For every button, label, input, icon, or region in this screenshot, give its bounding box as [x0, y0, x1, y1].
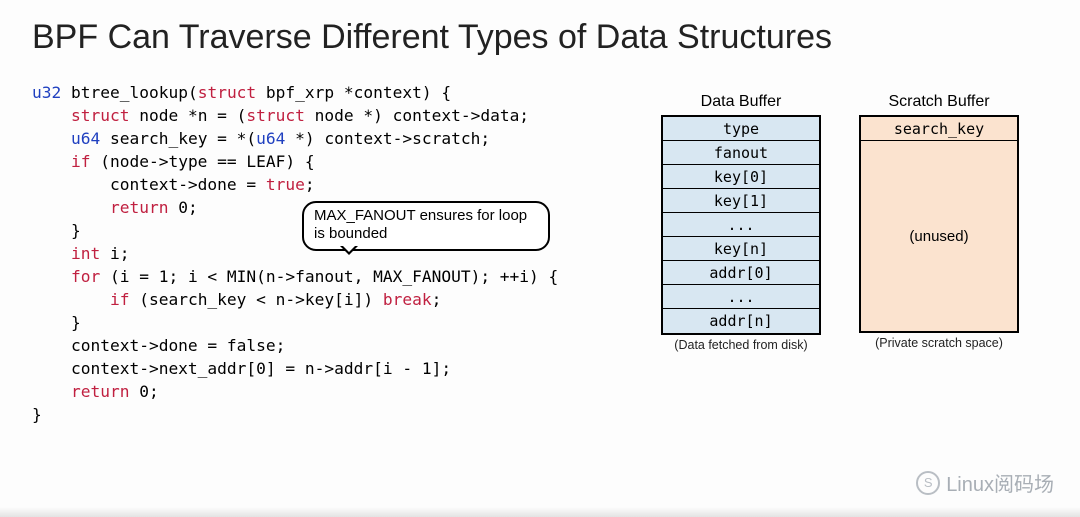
tok: 0; — [168, 198, 197, 217]
tok: *) context->scratch; — [285, 129, 490, 148]
tok: context->done = false; — [71, 336, 285, 355]
diagram-column: Data Buffer type fanout key[0] key[1] ..… — [632, 81, 1048, 352]
tok: context->next_addr[0] = n->addr[i - 1]; — [71, 359, 451, 378]
tok-kw: int — [71, 244, 100, 263]
tok: (node->type == LEAF) { — [90, 152, 314, 171]
tok: } — [32, 405, 42, 424]
page-title: BPF Can Traverse Different Types of Data… — [32, 18, 1048, 57]
tok-kw: if — [110, 290, 130, 309]
tok: node *n = ( — [129, 106, 246, 125]
data-buffer-column: Data Buffer type fanout key[0] key[1] ..… — [661, 93, 821, 352]
tok: search_key = *( — [100, 129, 256, 148]
data-cell: addr[n] — [663, 309, 819, 333]
data-cell: key[n] — [663, 237, 819, 261]
tok-kw: return — [71, 382, 129, 401]
tok: i; — [100, 244, 129, 263]
data-cell: type — [663, 117, 819, 141]
scratch-buffer-label: Scratch Buffer — [888, 93, 989, 111]
data-cell: ... — [663, 213, 819, 237]
tok: (search_key < n->key[i]) — [129, 290, 382, 309]
tok-kw: struct — [71, 106, 129, 125]
tok-kw: if — [71, 152, 91, 171]
tok: node *) context->data; — [305, 106, 529, 125]
tok-kw: struct — [246, 106, 304, 125]
tok-kw: return — [110, 198, 168, 217]
content-row: u32 btree_lookup(struct bpf_xrp *context… — [32, 81, 1048, 426]
code-column: u32 btree_lookup(struct bpf_xrp *context… — [32, 81, 632, 426]
scratch-cell-body: (unused) — [861, 141, 1017, 331]
tok: 0; — [129, 382, 158, 401]
tok-type: u32 — [32, 83, 61, 102]
scratch-cell-top: search_key — [861, 117, 1017, 141]
tok: } — [71, 313, 81, 332]
watermark-icon: S — [916, 471, 940, 495]
tok-kw: for — [71, 267, 100, 286]
scratch-buffer-caption: (Private scratch space) — [875, 336, 1003, 350]
data-buffer-label: Data Buffer — [701, 93, 782, 111]
tok-kw: true — [266, 175, 305, 194]
tok-type: u64 — [256, 129, 285, 148]
data-cell: ... — [663, 285, 819, 309]
data-cell: key[1] — [663, 189, 819, 213]
scratch-buffer-column: Scratch Buffer search_key (unused) (Priv… — [859, 93, 1019, 352]
tok: context->done = — [110, 175, 266, 194]
callout-bubble: MAX_FANOUT ensures for loop is bounded — [302, 201, 550, 251]
tok: bpf_xrp *context) { — [256, 83, 451, 102]
watermark-text: Linux阅码场 — [946, 468, 1054, 497]
data-cell: addr[0] — [663, 261, 819, 285]
tok-type: u64 — [71, 129, 100, 148]
scratch-buffer-box: search_key (unused) — [859, 115, 1019, 333]
code-block: u32 btree_lookup(struct bpf_xrp *context… — [32, 81, 632, 426]
data-buffer-box: type fanout key[0] key[1] ... key[n] add… — [661, 115, 821, 335]
tok: ; — [305, 175, 315, 194]
data-buffer-caption: (Data fetched from disk) — [674, 338, 807, 352]
watermark: S Linux阅码场 — [916, 468, 1054, 497]
data-cell: key[0] — [663, 165, 819, 189]
slide: BPF Can Traverse Different Types of Data… — [0, 0, 1080, 517]
tok-kw: struct — [198, 83, 256, 102]
tok: (i = 1; i < MIN(n->fanout, MAX_FANOUT); … — [100, 267, 558, 286]
tok-kw: break — [383, 290, 432, 309]
data-cell: fanout — [663, 141, 819, 165]
tok: } — [71, 221, 81, 240]
tok: ; — [432, 290, 442, 309]
tok: btree_lookup( — [61, 83, 197, 102]
